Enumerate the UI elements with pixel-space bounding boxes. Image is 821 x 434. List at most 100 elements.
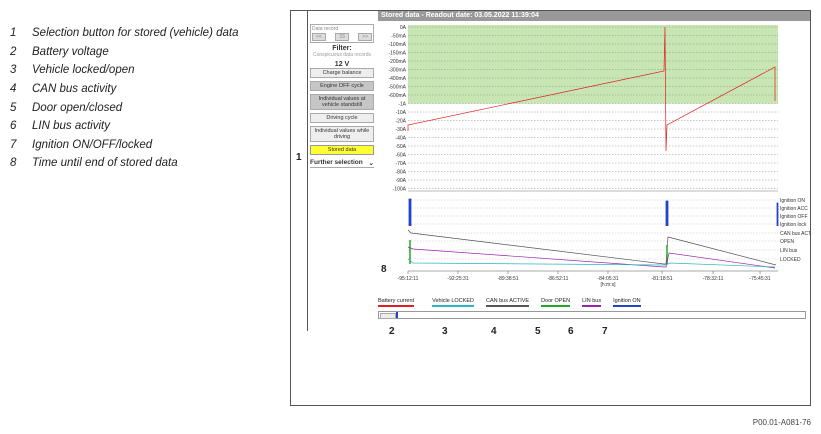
state-label: Ignition OFF — [780, 214, 808, 220]
legend-text: Time until end of stored data — [32, 157, 178, 170]
y-tick-label: -10A — [395, 110, 406, 116]
legend-number: 7 — [10, 138, 17, 151]
prev-record-button[interactable]: << — [312, 33, 326, 41]
panel-divider — [307, 11, 308, 331]
y-tick-label: -100mA — [388, 42, 406, 48]
legend-number: 4 — [10, 83, 17, 96]
x-unit-label: [h:m:s] — [600, 282, 616, 288]
legend-row: 5 Door open/closed — [10, 98, 280, 117]
charge-balance-button[interactable]: Charge balance — [310, 68, 374, 78]
legend-row: 8 Time until end of stored data — [10, 154, 280, 173]
legend-number: 8 — [10, 157, 17, 170]
legend-number: 1 — [10, 27, 17, 40]
scrollbar-thumb[interactable] — [380, 313, 396, 319]
legend-number: 5 — [10, 101, 17, 114]
legend-row: 1 Selection button for stored (vehicle) d… — [10, 24, 280, 43]
callout-legend: 1 Selection button for stored (vehicle) d… — [10, 24, 280, 173]
driving-cycle-button[interactable]: Driving cycle — [310, 113, 374, 123]
door-open-series — [409, 240, 668, 264]
state-label: Ignition lock — [780, 222, 807, 228]
callout-8: 8 — [381, 264, 387, 275]
scrollbar-marker — [396, 312, 398, 318]
x-tick-label: -81:18:51 — [651, 276, 672, 282]
legend-door-open[interactable]: Door OPEN — [541, 298, 571, 307]
stored-data-button[interactable]: Stored data — [310, 145, 374, 155]
state-label: OPEN — [780, 239, 795, 245]
individual-standstill-button[interactable]: Individual values at vehicle standstill — [310, 94, 374, 110]
y-tick-label: -50mA — [391, 33, 406, 39]
callout-3: 3 — [442, 326, 448, 337]
legend-row: 6 LIN bus activity — [10, 117, 280, 136]
current-band-area — [408, 25, 778, 104]
y-tick-label: -90A — [395, 178, 406, 184]
callout-1: 1 — [296, 152, 302, 163]
data-record-pager: << 33 >> — [312, 33, 372, 41]
filter-label: Filter: — [332, 45, 352, 52]
further-selection-dropdown[interactable]: Further selection ⌄ — [310, 159, 374, 168]
y-tick-label: -600mA — [388, 93, 406, 99]
x-tick-label: -92:25:31 — [447, 276, 468, 282]
can-bus-series — [407, 229, 777, 266]
legend-row: 3 Vehicle locked/open — [10, 61, 280, 80]
y-tick-label: -1A — [398, 101, 406, 107]
ignition-series — [408, 198, 779, 226]
y-tick-label: -70A — [395, 161, 406, 167]
x-tick-label: -75:45:31 — [749, 276, 770, 282]
data-record-label: Data record — [312, 26, 339, 32]
x-tick-label: -78:32:11 — [703, 276, 724, 282]
y-tick-label: -40A — [395, 135, 406, 141]
x-tick-label: -95:12:11 — [398, 276, 419, 282]
legend-vehicle-locked[interactable]: Vehicle LOCKED — [432, 298, 474, 307]
y-tick-label: -80A — [395, 169, 406, 175]
legend-row: 2 Battery voltage — [10, 43, 280, 62]
legend-text: Door open/closed — [32, 101, 123, 114]
chart-title: Stored data - Readout date: 03.05.2022 1… — [378, 11, 810, 21]
voltage-label: 12 V — [334, 61, 350, 68]
chart-legend: Battery current Vehicle LOCKED CAN bus A… — [378, 298, 653, 307]
callout-5: 5 — [535, 326, 541, 337]
y-tick-label: -200mA — [388, 59, 406, 65]
state-label: Ignition ACC — [780, 206, 808, 212]
callout-6: 6 — [568, 326, 574, 337]
data-record-box: Data record << 33 >> — [310, 24, 374, 43]
legend-row: 4 CAN bus activity — [10, 80, 280, 99]
y-tick-label: -20A — [395, 118, 406, 124]
legend-text: Selection button for stored (vehicle) da… — [32, 27, 239, 40]
legend-lin-bus[interactable]: LIN bus — [582, 298, 602, 307]
control-panel: Data record << 33 >> Filter: Conspicuous… — [310, 24, 374, 168]
y-tick-label: -400mA — [388, 76, 406, 82]
legend-text: Vehicle locked/open — [32, 64, 135, 77]
y-tick-label: -100A — [393, 186, 407, 192]
further-selection-label: Further selection — [310, 159, 363, 166]
legend-battery-current[interactable]: Battery current — [378, 298, 415, 307]
legend-can-bus[interactable]: CAN bus ACTIVE — [485, 298, 530, 307]
state-label: LIN bus — [780, 248, 798, 254]
y-tick-label: 0A — [400, 25, 407, 31]
callout-4: 4 — [491, 326, 497, 337]
conspicuous-records-button[interactable]: Conspicuous data records — [310, 52, 374, 58]
y-tick-label: -300mA — [388, 67, 406, 73]
legend-number: 2 — [10, 45, 17, 58]
y-tick-label: -30A — [395, 127, 406, 133]
legend-number: 6 — [10, 120, 17, 133]
time-scrollbar[interactable] — [378, 311, 806, 319]
legend-ignition-on[interactable]: Ignition ON — [613, 298, 641, 307]
y-tick-label: -60A — [395, 152, 406, 158]
state-label: CAN bus ACT — [780, 231, 810, 237]
x-tick-label: -86:52:11 — [548, 276, 569, 282]
y-tick-label: -50A — [395, 144, 406, 150]
figure-code: P00.01-A081-76 — [752, 418, 811, 427]
record-number: 33 — [335, 33, 349, 41]
legend-text: Battery voltage — [32, 45, 109, 58]
callout-2: 2 — [389, 326, 395, 337]
individual-driving-button[interactable]: Individual values while driving — [310, 126, 374, 142]
legend-text: LIN bus activity — [32, 120, 110, 133]
callout-7: 7 — [602, 326, 608, 337]
legend-text: Ignition ON/OFF/locked — [32, 138, 153, 151]
next-record-button[interactable]: >> — [358, 33, 372, 41]
stored-data-chart: 0A -50mA -100mA -150mA -200mA -300mA -400mA -50… — [388, 25, 810, 288]
legend-text: CAN bus activity — [32, 83, 117, 96]
chevron-down-icon: ⌄ — [368, 160, 374, 167]
state-label: LOCKED — [780, 257, 801, 263]
engine-off-cycle-button[interactable]: Engine OFF cycle — [310, 81, 374, 91]
